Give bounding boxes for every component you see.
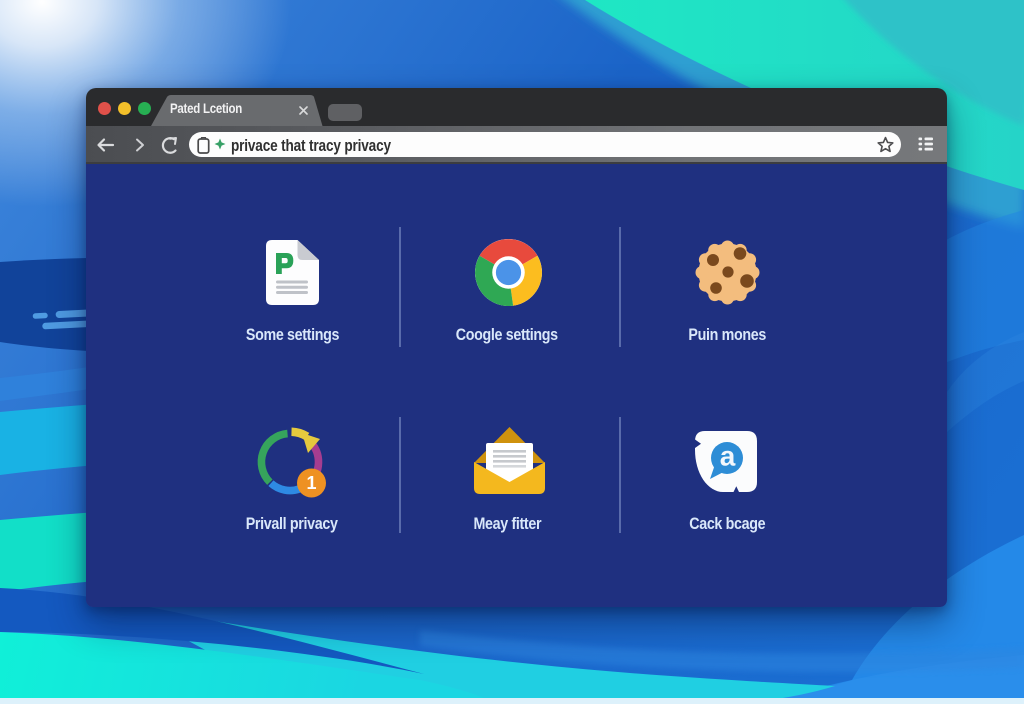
svg-text:1: 1 [306, 473, 316, 493]
svg-text:a: a [720, 441, 736, 472]
